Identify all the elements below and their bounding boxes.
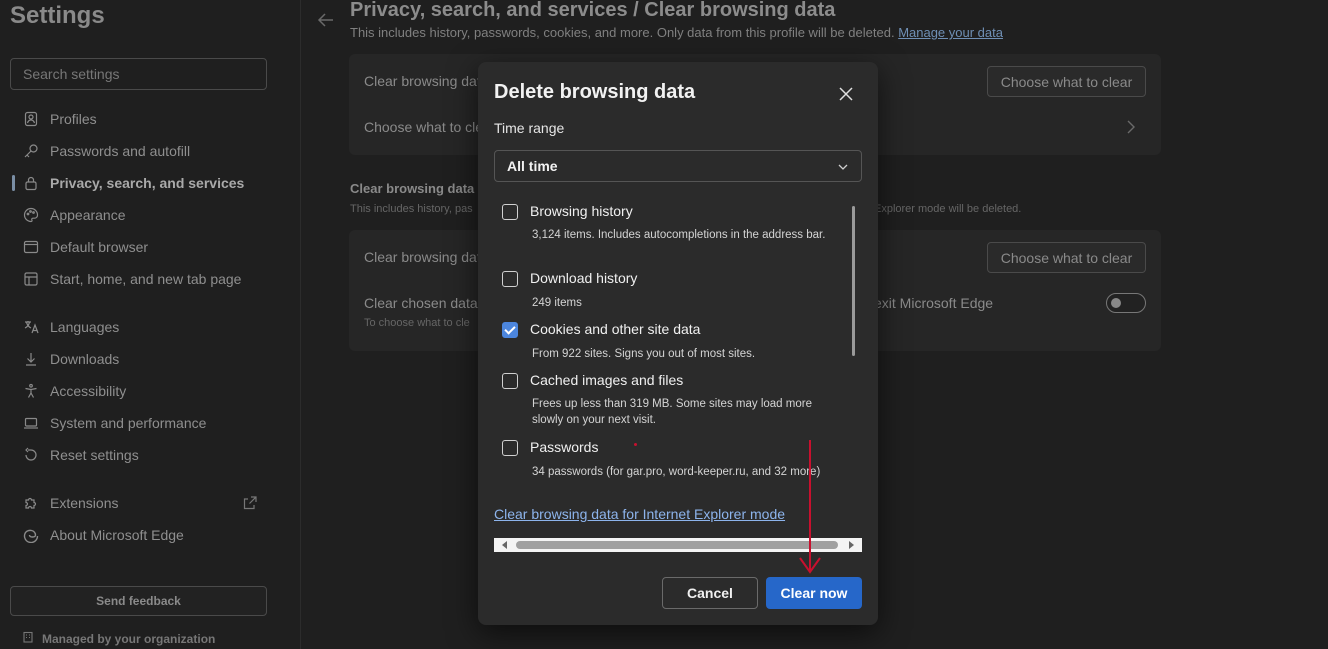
download-history-desc: 249 items [532, 297, 582, 309]
clear-browsing-row-label: Clear browsing dat [364, 73, 481, 89]
sidebar-item-accessibility[interactable]: Accessibility [0, 377, 300, 405]
annotation-arrow-icon [799, 440, 821, 574]
sidebar-item-about[interactable]: About Microsoft Edge [0, 521, 300, 549]
page-subtitle-text: This includes history, passwords, cookie… [350, 25, 895, 40]
sidebar-item-label: System and performance [50, 415, 207, 431]
settings-sidebar: Settings Profiles Passwords and autofill… [0, 0, 301, 649]
managed-notice: Managed by your organization [22, 631, 215, 646]
chevron-down-icon [837, 160, 849, 172]
ie-clear-row-label: Clear browsing dat [364, 249, 481, 265]
annotation-dot [634, 443, 637, 446]
cached-images-checkbox[interactable] [502, 373, 518, 389]
clear-on-exit-row-label: Clear chosen data [364, 295, 478, 311]
cancel-button[interactable]: Cancel [662, 577, 758, 609]
cookies-checkbox[interactable] [502, 322, 518, 338]
browsing-history-label: Browsing history [530, 203, 633, 219]
sidebar-item-label: Privacy, search, and services [50, 175, 245, 191]
dialog-title: Delete browsing data [494, 81, 696, 103]
page-title: Privacy, search, and services / Clear br… [350, 0, 836, 21]
download-history-checkbox[interactable] [502, 271, 518, 287]
sidebar-item-passwords[interactable]: Passwords and autofill [0, 137, 300, 165]
download-icon [22, 350, 40, 368]
sidebar-item-downloads[interactable]: Downloads [0, 345, 300, 373]
cookies-label: Cookies and other site data [530, 321, 701, 337]
managed-text: Managed by your organization [42, 631, 216, 646]
cached-images-label: Cached images and files [530, 372, 684, 388]
home-icon [22, 270, 40, 288]
sidebar-title: Settings [10, 2, 105, 29]
ie-choose-what-to-clear-button[interactable]: Choose what to clear [987, 242, 1146, 273]
laptop-icon [22, 414, 40, 432]
sidebar-item-label: Downloads [50, 351, 120, 367]
download-history-label: Download history [530, 270, 638, 286]
section-subtitle-left: This includes history, pas [350, 203, 473, 215]
building-icon [22, 631, 34, 646]
sidebar-item-label: Profiles [50, 111, 97, 127]
sidebar-item-extensions[interactable]: Extensions [0, 489, 300, 517]
sidebar-item-label: Default browser [50, 239, 149, 255]
browsing-history-desc: 3,124 items. Includes autocompletions in… [532, 229, 826, 241]
choose-what-to-clear-button[interactable]: Choose what to clear [987, 66, 1146, 97]
send-feedback-button[interactable]: Send feedback [10, 586, 267, 616]
sidebar-item-system[interactable]: System and performance [0, 409, 300, 437]
sidebar-item-start-home[interactable]: Start, home, and new tab page [0, 265, 300, 293]
time-range-label: Time range [494, 120, 565, 136]
data-types-list: Browsing history 3,124 items. Includes a… [494, 190, 844, 494]
time-range-value: All time [507, 158, 558, 174]
section-subtitle-right: Explorer mode will be deleted. [874, 203, 1022, 215]
puzzle-icon [22, 494, 40, 512]
sidebar-item-label: Passwords and autofill [50, 143, 191, 159]
sidebar-item-appearance[interactable]: Appearance [0, 201, 300, 229]
sidebar-item-privacy[interactable]: Privacy, search, and services [0, 169, 300, 197]
language-icon [22, 318, 40, 336]
clear-on-exit-row-label-right: exit Microsoft Edge [874, 295, 994, 311]
list-scrollbar[interactable] [852, 206, 855, 356]
close-icon[interactable] [836, 84, 856, 104]
sidebar-item-label: About Microsoft Edge [50, 527, 184, 543]
sidebar-item-reset[interactable]: Reset settings [0, 441, 300, 469]
section-title: Clear browsing data [350, 181, 475, 196]
sidebar-item-label: Reset settings [50, 447, 139, 463]
reset-icon [22, 446, 40, 464]
back-arrow-icon[interactable] [316, 10, 336, 30]
browser-icon [22, 238, 40, 256]
clear-now-button[interactable]: Clear now [766, 577, 862, 609]
edge-icon [22, 526, 40, 544]
palette-icon [22, 206, 40, 224]
sidebar-item-languages[interactable]: Languages [0, 313, 300, 341]
time-range-select[interactable]: All time [494, 150, 862, 182]
clear-on-exit-row-sub: To choose what to cle [364, 317, 470, 329]
cookies-desc: From 922 sites. Signs you out of most si… [532, 348, 756, 360]
sidebar-item-label: Start, home, and new tab page [50, 271, 242, 287]
sidebar-item-default-browser[interactable]: Default browser [0, 233, 300, 261]
browsing-history-checkbox[interactable] [502, 204, 518, 220]
page-subtitle: This includes history, passwords, cookie… [350, 25, 1003, 40]
manage-your-data-link[interactable]: Manage your data [898, 25, 1003, 40]
passwords-label: Passwords [530, 439, 599, 455]
profile-icon [22, 110, 40, 128]
accessibility-icon [22, 382, 40, 400]
choose-on-close-row-label[interactable]: Choose what to cle [364, 119, 483, 135]
key-icon [22, 142, 40, 160]
scroll-left-icon[interactable] [502, 541, 507, 549]
sidebar-item-label: Appearance [50, 207, 126, 223]
sidebar-item-label: Languages [50, 319, 120, 335]
chevron-right-icon[interactable] [1124, 118, 1138, 136]
cached-images-desc: Frees up less than 319 MB. Some sites ma… [532, 398, 812, 426]
sidebar-item-profiles[interactable]: Profiles [0, 105, 300, 133]
external-link-icon [242, 495, 258, 511]
scrollbar-thumb[interactable] [516, 541, 838, 549]
lock-icon [22, 174, 40, 192]
clear-on-exit-toggle[interactable] [1106, 293, 1146, 313]
ie-mode-clear-link[interactable]: Clear browsing data for Internet Explore… [494, 506, 785, 522]
sidebar-item-label: Accessibility [50, 383, 127, 399]
passwords-checkbox[interactable] [502, 440, 518, 456]
scroll-right-icon[interactable] [849, 541, 854, 549]
sidebar-item-label: Extensions [50, 495, 119, 511]
search-input[interactable] [10, 58, 267, 90]
